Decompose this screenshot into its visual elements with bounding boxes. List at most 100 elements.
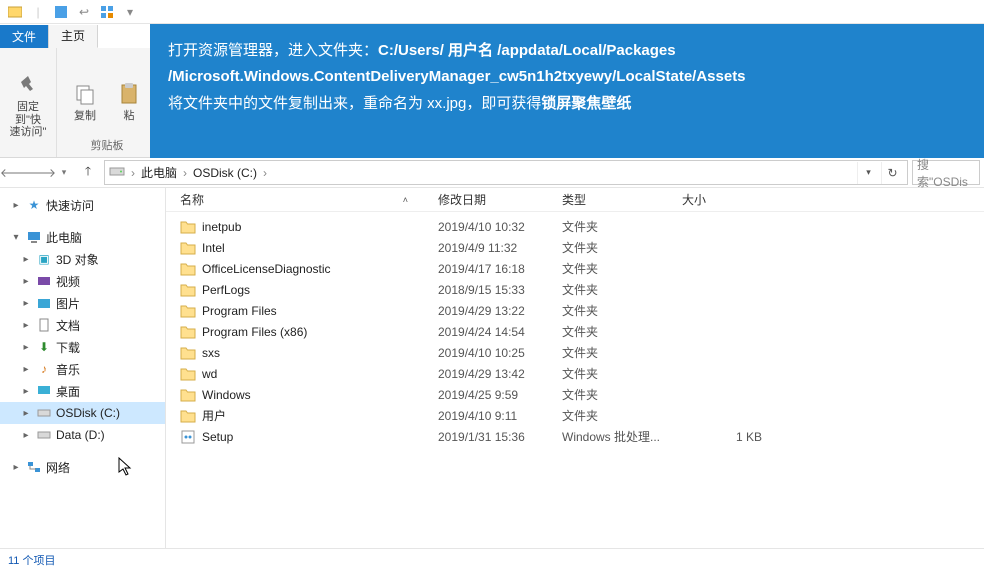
view-icon[interactable] [96, 1, 118, 23]
pin-button[interactable]: 固定到"快 速访问" [6, 73, 50, 139]
chevron-right-icon[interactable]: › [183, 166, 187, 180]
address-bar[interactable]: › 此电脑 › OSDisk (C:) › ▾ ↻ [104, 160, 908, 185]
rows-container: inetpub2019/4/10 10:32文件夹Intel2019/4/9 1… [166, 212, 984, 447]
overlay-bold-3: 锁屏聚焦壁纸 [541, 95, 631, 112]
overlay-text-3a: 将文件夹中的文件复制出来，重命名为 xx.jpg，即可获得 [168, 95, 541, 112]
chevron-right-icon[interactable]: › [131, 166, 135, 180]
addr-dropdown-icon[interactable]: ▾ [857, 162, 879, 184]
chevron-right-icon[interactable]: ▸ [20, 298, 32, 309]
tree-quick-access[interactable]: ▸ ★ 快速访问 [0, 194, 165, 216]
item-count: 11 个项目 [8, 552, 55, 568]
home-tab[interactable]: 主页 [49, 25, 98, 48]
chevron-right-icon[interactable]: ▸ [20, 342, 32, 353]
search-input[interactable]: 搜索"OSDis [912, 160, 980, 185]
list-item[interactable]: inetpub2019/4/10 10:32文件夹 [180, 216, 984, 237]
list-item[interactable]: Program Files2019/4/29 13:22文件夹 [180, 300, 984, 321]
copy-icon [73, 82, 97, 106]
col-type[interactable]: 类型 [562, 191, 682, 208]
recent-dropdown[interactable]: ▾ [52, 161, 76, 185]
file-date: 2019/4/10 9:11 [438, 409, 562, 423]
list-item[interactable]: PerfLogs2018/9/15 15:33文件夹 [180, 279, 984, 300]
copy-button[interactable]: 复制 [63, 69, 107, 135]
chevron-right-icon[interactable]: ▸ [20, 408, 32, 419]
folder-icon [180, 409, 196, 423]
overflow-icon[interactable]: ▾ [119, 1, 141, 23]
folder-icon [180, 388, 196, 402]
file-name: Setup [202, 430, 233, 444]
nav-tree[interactable]: ▸ ★ 快速访问 ▾ 此电脑 ▸▣3D 对象 ▸视频 ▸图片 ▸文档 ▸⬇下载 … [0, 188, 166, 568]
list-item[interactable]: sxs2019/4/10 10:25文件夹 [180, 342, 984, 363]
chevron-right-icon[interactable]: ▸ [20, 320, 32, 331]
file-date: 2019/4/25 9:59 [438, 388, 562, 402]
chevron-right-icon[interactable]: ▸ [20, 276, 32, 287]
file-type: 文件夹 [562, 281, 682, 298]
file-type: 文件夹 [562, 239, 682, 256]
folder-icon [180, 220, 196, 234]
list-item[interactable]: Windows2019/4/25 9:59文件夹 [180, 384, 984, 405]
tree-documents[interactable]: ▸文档 [0, 314, 165, 336]
up-button[interactable]: 🡑 [76, 161, 100, 185]
tree-label: Data (D:) [56, 428, 105, 442]
ribbon-group-pin: 固定到"快 速访问" [0, 48, 57, 157]
chevron-right-icon[interactable]: ▸ [20, 386, 32, 397]
undo-icon[interactable]: ↩ [73, 1, 95, 23]
breadcrumb-current[interactable]: OSDisk (C:) [193, 166, 257, 180]
col-name[interactable]: 名称˄ [180, 191, 438, 208]
network-icon [26, 459, 42, 475]
pin-label: 固定到"快 速访问" [6, 101, 50, 139]
column-headers[interactable]: 名称˄ 修改日期 类型 大小 [166, 188, 984, 212]
breadcrumb-root[interactable]: 此电脑 [141, 164, 177, 181]
chevron-right-icon[interactable]: ▸ [20, 254, 32, 265]
chevron-down-icon[interactable]: ▾ [10, 232, 22, 243]
list-item[interactable]: Program Files (x86)2019/4/24 14:54文件夹 [180, 321, 984, 342]
folder-icon [180, 283, 196, 297]
chevron-right-icon[interactable]: ▸ [20, 430, 32, 441]
folder-icon [180, 241, 196, 255]
list-item[interactable]: OfficeLicenseDiagnostic2019/4/17 16:18文件… [180, 258, 984, 279]
chevron-right-icon[interactable]: ▸ [10, 200, 22, 211]
tree-desktop[interactable]: ▸桌面 [0, 380, 165, 402]
desktop-icon [36, 383, 52, 399]
tree-label: 3D 对象 [56, 251, 99, 268]
file-name: Intel [202, 241, 225, 255]
file-date: 2019/1/31 15:36 [438, 430, 562, 444]
list-item[interactable]: 用户2019/4/10 9:11文件夹 [180, 405, 984, 426]
file-date: 2019/4/10 10:25 [438, 346, 562, 360]
chevron-right-icon[interactable]: ▸ [20, 364, 32, 375]
save-icon[interactable] [50, 1, 72, 23]
body: ▸ ★ 快速访问 ▾ 此电脑 ▸▣3D 对象 ▸视频 ▸图片 ▸文档 ▸⬇下载 … [0, 188, 984, 568]
file-name: Program Files (x86) [202, 325, 307, 339]
tree-videos[interactable]: ▸视频 [0, 270, 165, 292]
chevron-right-icon[interactable]: ▸ [10, 462, 22, 473]
tree-label: 网络 [46, 459, 70, 476]
overlay-path-2: /Microsoft.Windows.ContentDeliveryManage… [168, 68, 746, 85]
tree-pictures[interactable]: ▸图片 [0, 292, 165, 314]
cursor-icon [118, 457, 134, 480]
file-name: wd [202, 367, 217, 381]
col-date[interactable]: 修改日期 [438, 191, 562, 208]
file-tab[interactable]: 文件 [0, 25, 49, 48]
chevron-right-icon[interactable]: › [263, 166, 267, 180]
titlebar: | ↩ ▾ [0, 0, 984, 24]
tree-downloads[interactable]: ▸⬇下载 [0, 336, 165, 358]
clipboard-group-label: 剪贴板 [91, 137, 124, 153]
tree-this-pc[interactable]: ▾ 此电脑 [0, 226, 165, 248]
col-size[interactable]: 大小 [682, 191, 762, 208]
list-item[interactable]: wd2019/4/29 13:42文件夹 [180, 363, 984, 384]
refresh-button[interactable]: ↻ [881, 162, 903, 184]
tree-network[interactable]: ▸ 网络 [0, 456, 165, 478]
download-icon: ⬇ [36, 339, 52, 355]
folder-icon [180, 325, 196, 339]
list-item[interactable]: Setup2019/1/31 15:36Windows 批处理...1 KB [180, 426, 984, 447]
paste-button[interactable]: 粘 [107, 69, 151, 135]
list-item[interactable]: Intel2019/4/9 11:32文件夹 [180, 237, 984, 258]
tree-osdisk[interactable]: ▸OSDisk (C:) [0, 402, 165, 424]
tree-music[interactable]: ▸♪音乐 [0, 358, 165, 380]
file-date: 2018/9/15 15:33 [438, 283, 562, 297]
tree-data[interactable]: ▸ Data (D:) [0, 424, 165, 446]
tree-3d-objects[interactable]: ▸▣3D 对象 [0, 248, 165, 270]
file-date: 2019/4/29 13:22 [438, 304, 562, 318]
music-icon: ♪ [36, 361, 52, 377]
nav-buttons: 🡐 🡒 ▾ 🡑 [4, 160, 100, 185]
folder-icon [180, 367, 196, 381]
